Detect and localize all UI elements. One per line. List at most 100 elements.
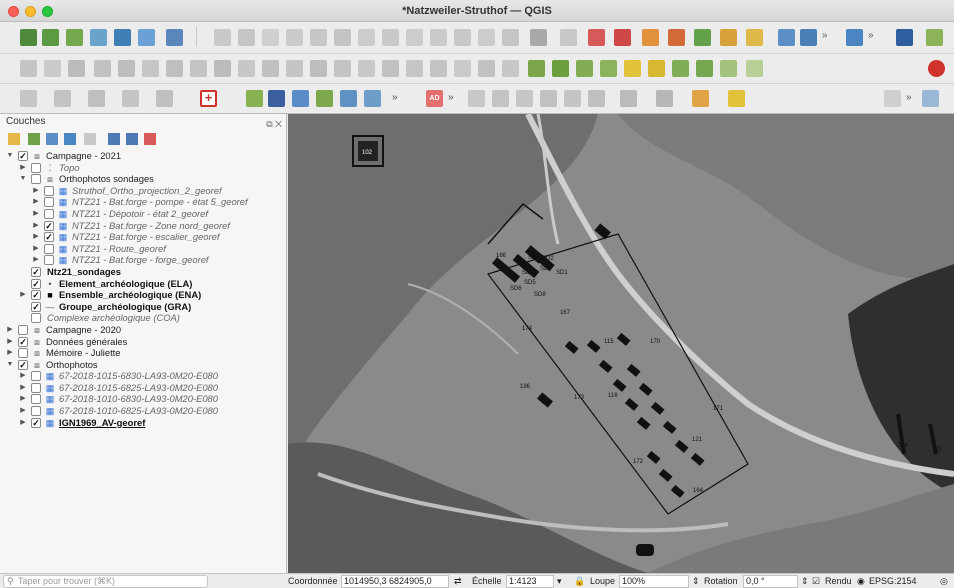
layer-visibility-checkbox[interactable] [44, 243, 54, 254]
rotation-stepper-icon[interactable]: ⇕ [801, 574, 809, 588]
select-freehand-icon[interactable] [122, 90, 139, 107]
layer-tree-item[interactable]: ▼ ⧈ Orthophotos sondages [0, 173, 287, 185]
magnifier-stepper-icon[interactable]: ⇕ [692, 574, 700, 588]
toolbar-overflow-icon[interactable]: » [448, 92, 454, 103]
edit-pencil-icon[interactable] [238, 29, 255, 46]
offset-icon[interactable] [286, 60, 303, 77]
expand-arrow-icon[interactable]: ▶ [19, 370, 27, 382]
style-panel-icon[interactable] [8, 133, 20, 145]
move-feature-icon[interactable] [286, 29, 303, 46]
collapse-arrow-icon[interactable]: ▼ [6, 150, 14, 162]
toggle-editing-icon[interactable] [44, 60, 61, 77]
layer-tree-item[interactable]: ▶ ⁚ Topo [0, 162, 287, 174]
collapse-arrow-icon[interactable]: ▼ [19, 173, 27, 185]
add-polygon-icon[interactable] [118, 60, 135, 77]
add-feature-icon[interactable] [262, 29, 279, 46]
add-wms-icon[interactable] [114, 29, 131, 46]
measure-area-icon[interactable] [492, 90, 509, 107]
digitize-icon[interactable] [214, 29, 231, 46]
add-feature-plus-icon[interactable]: + [200, 90, 217, 107]
rotate-icon[interactable] [238, 60, 255, 77]
layer-tree-item[interactable]: ✓ Ntz21_sondages [0, 266, 287, 278]
open-project-icon[interactable] [20, 29, 37, 46]
add-point-icon[interactable] [142, 60, 159, 77]
pan-map-icon[interactable] [478, 29, 495, 46]
add-vector-layer-icon[interactable] [66, 29, 83, 46]
layer-visibility-checkbox[interactable]: ✓ [44, 232, 54, 243]
layer-visibility-checkbox[interactable]: ✓ [31, 290, 41, 301]
label-tool-icon[interactable] [528, 60, 545, 77]
label-unpin-icon[interactable] [746, 60, 763, 77]
scale-dropdown-icon[interactable]: ▾ [557, 574, 562, 588]
expand-arrow-icon[interactable]: ▶ [19, 417, 27, 429]
layer-visibility-checkbox[interactable] [44, 255, 54, 266]
collapse-arrow-icon[interactable]: ▼ [6, 359, 14, 371]
layer-tree-item[interactable]: ▶ ⧈ Mémoire - Juliette [0, 347, 287, 359]
scale-field[interactable]: 1:4123 [506, 575, 554, 588]
layer-tree-item[interactable]: ▶ ▦ 67-2018-1010-6825-LA93-0M20-E080 [0, 405, 287, 417]
node-tool-icon[interactable] [406, 60, 423, 77]
redo-icon[interactable] [454, 29, 471, 46]
statistics-icon[interactable] [746, 29, 763, 46]
label-highlight-icon[interactable] [720, 60, 737, 77]
map-canvas[interactable]: 102 166 174 167 115 170 123 171 172 164 … [288, 114, 954, 573]
processing-icon[interactable] [620, 90, 637, 107]
digitize-raster-icon[interactable] [292, 90, 309, 107]
simplify-icon[interactable] [262, 60, 279, 77]
layer-visibility-checkbox[interactable]: ✓ [44, 220, 54, 231]
deselect-icon[interactable] [614, 29, 631, 46]
expand-arrow-icon[interactable]: ▶ [32, 208, 40, 220]
maximize-window-button[interactable] [42, 6, 53, 17]
split-icon[interactable] [190, 60, 207, 77]
add-group-icon[interactable] [28, 133, 40, 145]
layer-tree-item[interactable]: ▶ ▦ 67-2018-1010-6830-LA93-0M20-E080 [0, 393, 287, 405]
expand-arrow-icon[interactable]: ▶ [19, 393, 27, 405]
layer-tree-item[interactable]: Complexe archéologique (COA) [0, 312, 287, 324]
select-radius-icon[interactable] [88, 90, 105, 107]
copy-feature-icon[interactable] [382, 29, 399, 46]
label-properties-icon[interactable] [696, 60, 713, 77]
locator-search-input[interactable]: ⚲ Taper pour trouver (⌘K) [3, 575, 208, 588]
expand-arrow-icon[interactable]: ▶ [19, 162, 27, 174]
collapse-all-icon[interactable] [126, 133, 138, 145]
settings-icon[interactable] [884, 90, 901, 107]
messages-icon[interactable]: ◎ [940, 574, 948, 588]
diagram-icon[interactable] [672, 60, 689, 77]
layer-tree-item[interactable]: ▶ ▦ Struthof_Ortho_projection_2_georef [0, 185, 287, 197]
aerial-map[interactable]: 102 166 174 167 115 170 123 171 172 164 … [288, 114, 954, 573]
expand-arrow-icon[interactable]: ▶ [6, 336, 14, 348]
select-polygon-icon[interactable] [54, 90, 71, 107]
plugin-icon[interactable] [926, 29, 943, 46]
fill-ring-icon[interactable] [310, 60, 327, 77]
new-shapefile-icon[interactable] [166, 29, 183, 46]
layer-visibility-checkbox[interactable]: ✓ [31, 278, 41, 289]
layer-visibility-checkbox[interactable] [44, 197, 54, 208]
layer-tree-item[interactable]: ▶ ▦ 67-2018-1015-6825-LA93-0M20-E080 [0, 382, 287, 394]
layer-tree-item[interactable]: ▼ ✓ ⧈ Orthophotos [0, 359, 287, 371]
delete-feature-icon[interactable] [334, 29, 351, 46]
expand-arrow-icon[interactable]: ▶ [32, 254, 40, 266]
layer-visibility-checkbox[interactable] [44, 185, 54, 196]
toolbar-overflow-icon[interactable]: » [906, 92, 912, 103]
current-edits-icon[interactable] [20, 60, 37, 77]
layer-tree-item[interactable]: ▶ ✓ ▦ NTZ21 - Bat.forge - Zone nord_georef [0, 220, 287, 232]
layer-visibility-checkbox[interactable] [18, 348, 28, 359]
georeferencer-icon[interactable] [268, 90, 285, 107]
select-expression-icon[interactable] [156, 90, 173, 107]
measure-icon[interactable] [668, 29, 685, 46]
help-icon[interactable] [896, 29, 913, 46]
label-toolbar-icon[interactable] [922, 90, 939, 107]
layer-visibility-checkbox[interactable] [31, 371, 41, 382]
remove-layer-icon[interactable] [144, 133, 156, 145]
select-tool-icon[interactable] [20, 90, 37, 107]
expand-arrow-icon[interactable]: ▶ [32, 243, 40, 255]
expand-arrow-icon[interactable]: ▶ [19, 382, 27, 394]
add-mesh-icon[interactable] [138, 29, 155, 46]
layer-tree-item[interactable]: ▶ ▦ 67-2018-1015-6830-LA93-0M20-E080 [0, 370, 287, 382]
zoom-out-icon[interactable] [530, 29, 547, 46]
change-label-icon[interactable] [648, 60, 665, 77]
trim-extend-icon[interactable] [430, 60, 447, 77]
measure-angle-icon[interactable] [516, 90, 533, 107]
zoom-full-icon[interactable] [560, 29, 577, 46]
expand-arrow-icon[interactable]: ▶ [6, 324, 14, 336]
